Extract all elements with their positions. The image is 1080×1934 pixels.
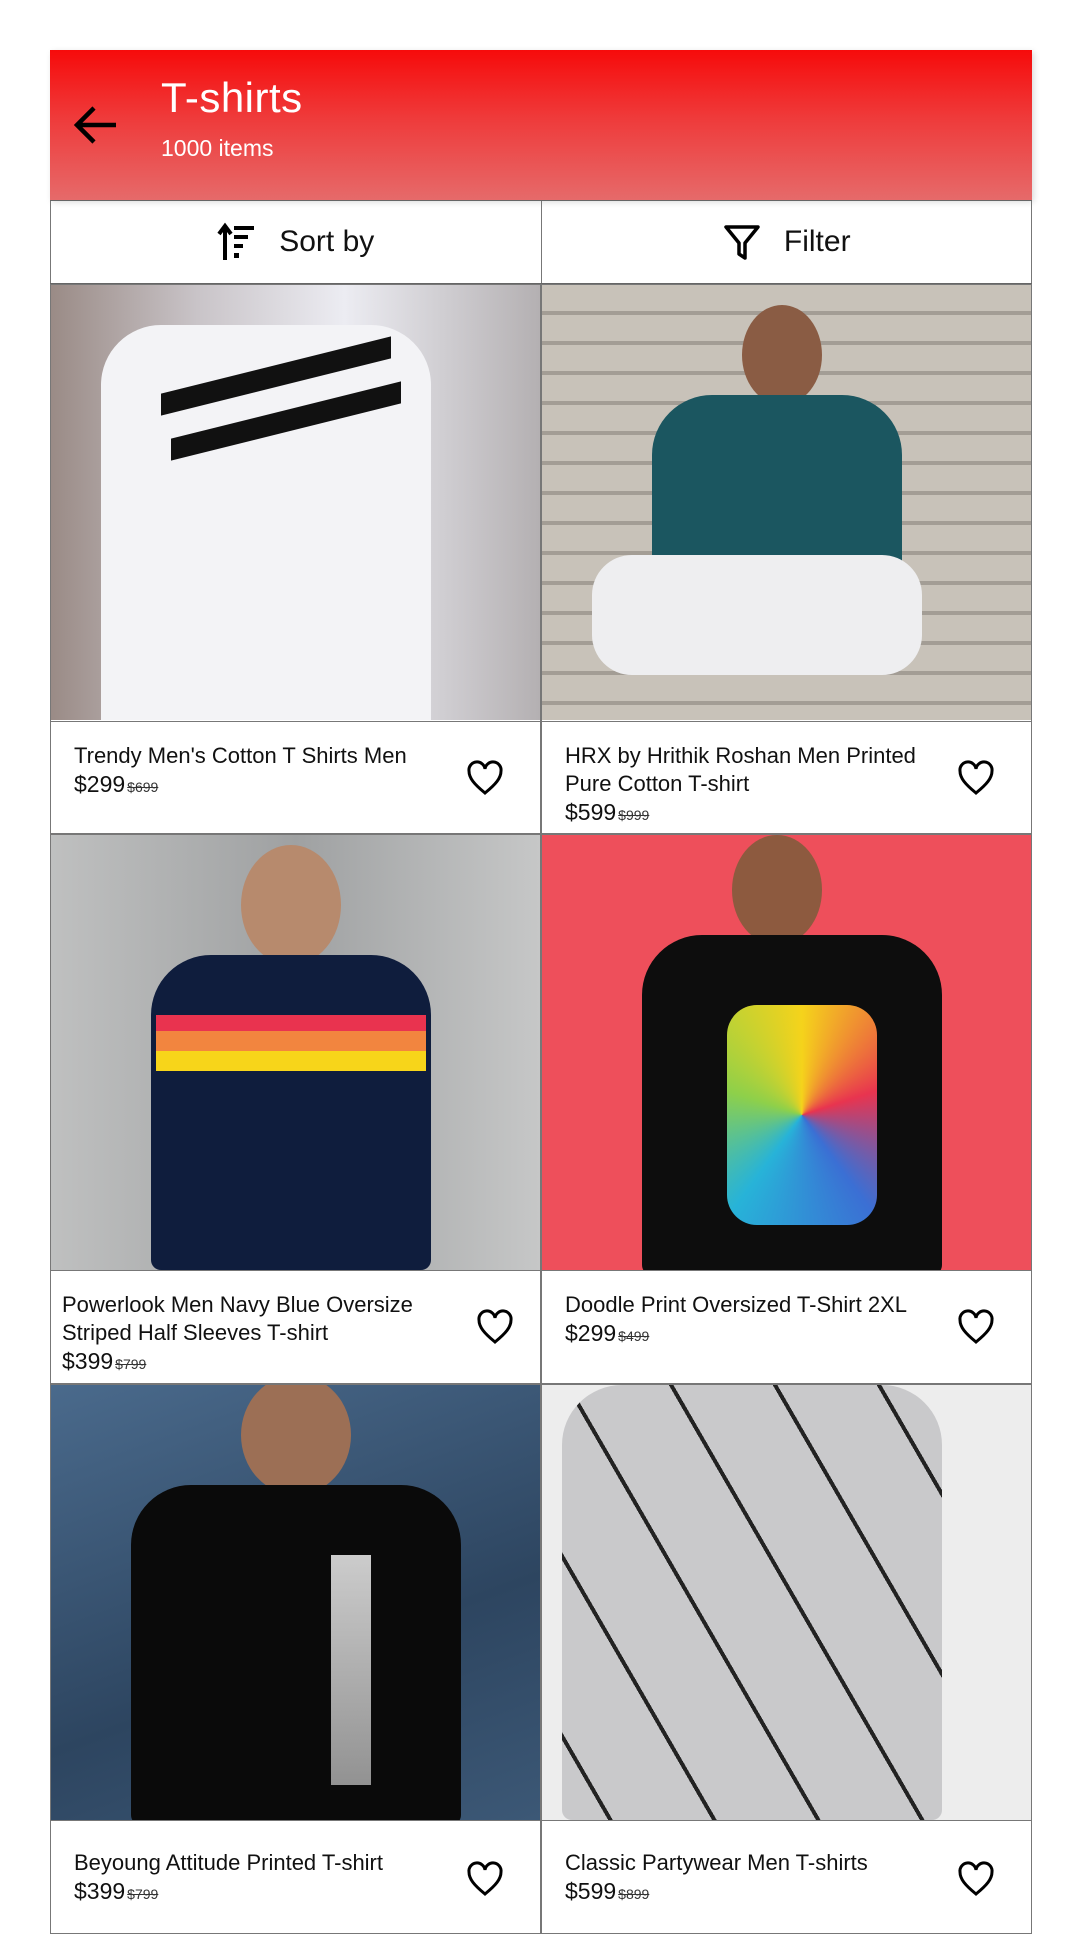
sort-label: Sort by	[279, 225, 375, 258]
product-old-price: $799	[115, 1356, 147, 1372]
product-card[interactable]: Powerlook Men Navy Blue Oversize Striped…	[50, 834, 541, 1384]
item-count: 1000 items	[161, 135, 274, 161]
product-card[interactable]: Trendy Men's Cotton T Shirts Men $299 $699	[50, 284, 541, 834]
product-card[interactable]: Classic Partywear Men T-shirts $599 $899	[541, 1384, 1032, 1934]
product-image	[51, 835, 540, 1270]
product-price: $599	[565, 1878, 617, 1904]
product-info: Classic Partywear Men T-shirts $599 $899	[542, 1820, 1031, 1933]
heart-icon[interactable]	[957, 1861, 995, 1897]
product-price: $299	[565, 1320, 617, 1346]
product-price: $299	[74, 771, 126, 797]
product-image	[51, 285, 540, 720]
product-old-price: $699	[127, 779, 159, 795]
heart-icon[interactable]	[466, 760, 504, 796]
sort-icon	[217, 222, 255, 260]
filter-button[interactable]: Filter	[542, 201, 1032, 283]
product-price: $599	[565, 799, 617, 825]
page-title: T-shirts	[161, 74, 303, 121]
product-name: Doodle Print Oversized T-Shirt 2XL	[565, 1292, 907, 1317]
heart-icon[interactable]	[957, 760, 995, 796]
arrow-left-icon[interactable]	[72, 102, 120, 148]
product-name: Trendy Men's Cotton T Shirts Men	[74, 743, 407, 768]
heart-icon[interactable]	[466, 1861, 504, 1897]
product-name: Classic Partywear Men T-shirts	[565, 1850, 868, 1875]
product-card[interactable]: Doodle Print Oversized T-Shirt 2XL $299 $4…	[541, 834, 1032, 1384]
product-name: HRX by Hrithik Roshan Men Printed Pure C…	[565, 743, 916, 796]
product-old-price: $899	[618, 1886, 650, 1902]
product-grid: Trendy Men's Cotton T Shirts Men $299 $699…	[50, 284, 1032, 1934]
product-name: Powerlook Men Navy Blue Oversize Striped…	[62, 1292, 413, 1345]
product-card[interactable]: HRX by Hrithik Roshan Men Printed Pure C…	[541, 284, 1032, 834]
product-name: Beyoung Attitude Printed T-shirt	[74, 1850, 383, 1875]
app-header: T-shirts 1000 items	[50, 50, 1032, 200]
product-info: Trendy Men's Cotton T Shirts Men $299 $699	[51, 721, 540, 833]
product-info: Powerlook Men Navy Blue Oversize Striped…	[51, 1270, 540, 1383]
product-card[interactable]: Beyoung Attitude Printed T-shirt $399 $799	[50, 1384, 541, 1934]
product-price: $399	[62, 1348, 114, 1374]
heart-icon[interactable]	[476, 1309, 514, 1345]
product-old-price: $799	[127, 1886, 159, 1902]
filter-icon	[724, 225, 760, 260]
product-old-price: $499	[618, 1328, 650, 1344]
product-image	[542, 285, 1031, 720]
product-image	[51, 1385, 540, 1820]
product-image	[542, 835, 1031, 1270]
product-info: Doodle Print Oversized T-Shirt 2XL $299 $4…	[542, 1270, 1031, 1383]
product-price: $399	[74, 1878, 126, 1904]
sort-button[interactable]: Sort by	[50, 201, 542, 283]
product-info: Beyoung Attitude Printed T-shirt $399 $799	[51, 1820, 540, 1933]
product-old-price: $999	[618, 807, 650, 823]
heart-icon[interactable]	[957, 1309, 995, 1345]
sort-filter-bar: Sort by Filter	[50, 200, 1032, 284]
filter-label: Filter	[783, 225, 851, 258]
product-image	[542, 1385, 1031, 1820]
product-info: HRX by Hrithik Roshan Men Printed Pure C…	[542, 721, 1031, 833]
